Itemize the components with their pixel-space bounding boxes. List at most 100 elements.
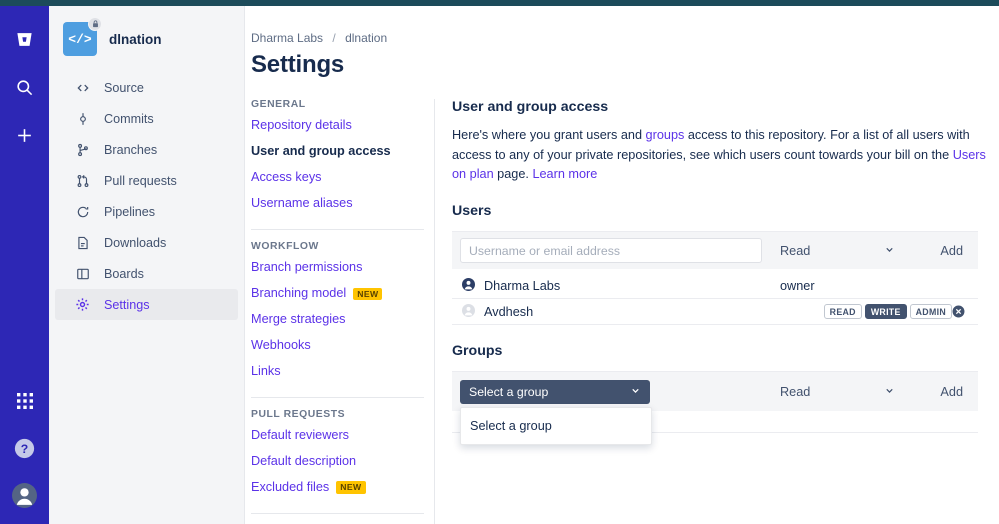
user-permission-select[interactable]: Read (762, 244, 907, 258)
add-user-button[interactable]: Add (907, 244, 978, 258)
rail-bottom-group: ? (8, 384, 42, 524)
settings-link-label: Branch permissions (251, 259, 363, 274)
bitbucket-settings-page: ? </> dlnation Source Commits Branches P… (0, 0, 999, 524)
sidebar-item-label: Settings (104, 297, 150, 312)
user-name: Avdhesh (484, 304, 534, 319)
app-switcher-icon[interactable] (8, 384, 42, 418)
add-group-row: Select a group Read Add Select a group (452, 371, 978, 446)
settings-group-heading: GENERAL (251, 99, 306, 110)
settings-link-user-and-group-access[interactable]: User and group access (251, 143, 424, 159)
settings-link-excluded-files[interactable]: Excluded files NEW (251, 479, 424, 495)
settings-link-default-description[interactable]: Default description (251, 453, 424, 469)
settings-body: GENERAL Repository details User and grou… (245, 99, 999, 524)
sidebar-item-commits[interactable]: Commits (55, 103, 238, 134)
group-select[interactable]: Select a group (460, 379, 650, 404)
settings-group-heading: WORKFLOW (251, 240, 319, 252)
profile-avatar-icon[interactable] (8, 478, 42, 512)
settings-link-branching-model[interactable]: Branching model NEW (251, 286, 424, 301)
downloads-icon (75, 236, 90, 250)
users-section-title: Users (452, 203, 492, 220)
repository-header[interactable]: </> dlnation (49, 6, 244, 56)
global-nav-rail: ? (0, 6, 49, 524)
group-select-cell: Select a group (452, 379, 762, 404)
branches-icon (75, 143, 90, 157)
svg-text:?: ? (21, 441, 28, 455)
new-badge: NEW (353, 287, 383, 301)
description-part-3: page. (493, 167, 533, 182)
avatar (462, 303, 475, 320)
settings-link-webhooks[interactable]: Webhooks (251, 337, 424, 353)
settings-link-label: Repository details (251, 118, 352, 132)
settings-link-label: Username aliases (251, 195, 353, 210)
create-icon[interactable] (8, 118, 42, 152)
page-title: Settings (251, 51, 345, 78)
breadcrumb-repository[interactable]: dlnation (345, 31, 387, 45)
sidebar-item-settings[interactable]: Settings (55, 289, 238, 320)
settings-link-links[interactable]: Links (251, 364, 424, 379)
repository-name: dlnation (109, 31, 162, 47)
sidebar-item-label: Downloads (104, 235, 167, 250)
settings-group-pull-requests: PULL REQUESTS Default reviewers Default … (251, 396, 424, 513)
source-code-icon (75, 81, 90, 95)
lock-icon (88, 17, 102, 31)
permission-write-button[interactable]: WRITE (864, 304, 907, 320)
chevron-down-icon (884, 385, 895, 399)
settings-link-merge-strategies[interactable]: Merge strategies (251, 312, 424, 327)
repository-nav-list: Source Commits Branches Pull requests Pi… (49, 72, 244, 320)
boards-icon (75, 267, 90, 281)
search-icon[interactable] (8, 70, 42, 104)
sidebar-item-label: Commits (104, 111, 154, 126)
sidebar-item-pipelines[interactable]: Pipelines (55, 196, 238, 227)
remove-user-button[interactable] (952, 305, 978, 318)
new-badge: NEW (336, 481, 366, 494)
settings-link-access-keys[interactable]: Access keys (251, 169, 424, 185)
settings-group-heading: PULL REQUESTS (251, 408, 346, 420)
settings-link-branch-permissions[interactable]: Branch permissions (251, 259, 424, 275)
sidebar-item-downloads[interactable]: Downloads (55, 227, 238, 258)
settings-link-username-aliases[interactable]: Username aliases (251, 195, 424, 211)
main-content: Dharma Labs / dlnation Settings GENERAL … (245, 6, 999, 524)
permission-read-button[interactable]: READ (823, 304, 862, 320)
sidebar-item-boards[interactable]: Boards (55, 258, 238, 289)
pane-title: User and group access (452, 99, 609, 115)
avatar (462, 277, 475, 294)
settings-link-label: Excluded files (251, 479, 330, 494)
help-icon[interactable]: ? (8, 431, 42, 465)
group-permission-value: Read (780, 384, 811, 399)
learn-more-link[interactable]: Learn more (532, 167, 597, 181)
settings-link-repository-details[interactable]: Repository details (251, 118, 424, 133)
settings-link-label: Webhooks (251, 337, 311, 352)
add-group-button[interactable]: Add (907, 385, 978, 399)
group-select-dropdown: Select a group (460, 407, 652, 446)
gear-icon (75, 297, 90, 312)
settings-link-label: User and group access (251, 143, 391, 158)
chevron-down-icon (630, 385, 641, 399)
username-or-email-input[interactable] (460, 238, 762, 264)
bitbucket-logo-icon[interactable] (8, 22, 42, 56)
permission-admin-button[interactable]: ADMIN (909, 304, 952, 320)
repository-sidebar: </> dlnation Source Commits Branches Pul… (49, 6, 245, 524)
description-part-1: Here's where you grant users and (452, 128, 646, 142)
breadcrumb: Dharma Labs / dlnation (245, 6, 999, 45)
sidebar-item-source[interactable]: Source (55, 72, 238, 103)
sidebar-item-label: Source (104, 80, 144, 95)
settings-link-label: Access keys (251, 169, 322, 184)
group-option-select-a-group[interactable]: Select a group (461, 413, 651, 439)
commits-icon (75, 112, 90, 126)
sidebar-item-pull-requests[interactable]: Pull requests (55, 165, 238, 196)
settings-link-default-reviewers[interactable]: Default reviewers (251, 427, 424, 443)
sidebar-item-label: Pipelines (104, 204, 156, 219)
breadcrumb-separator: / (332, 31, 336, 45)
rail-top-group (8, 6, 42, 152)
sidebar-item-label: Branches (104, 142, 158, 157)
settings-link-label: Default description (251, 453, 357, 468)
group-permission-select[interactable]: Read (762, 385, 907, 399)
settings-group-features: FEATURES Git LFS Wiki (251, 512, 424, 524)
sidebar-item-branches[interactable]: Branches (55, 134, 238, 165)
user-name-cell: Avdhesh (452, 303, 693, 320)
breadcrumb-workspace[interactable]: Dharma Labs (251, 31, 323, 45)
group-select-value: Select a group (469, 384, 549, 399)
repository-avatar-glyph: </> (68, 31, 92, 47)
groups-link[interactable]: groups (646, 128, 685, 142)
settings-link-label: Default reviewers (251, 427, 350, 442)
